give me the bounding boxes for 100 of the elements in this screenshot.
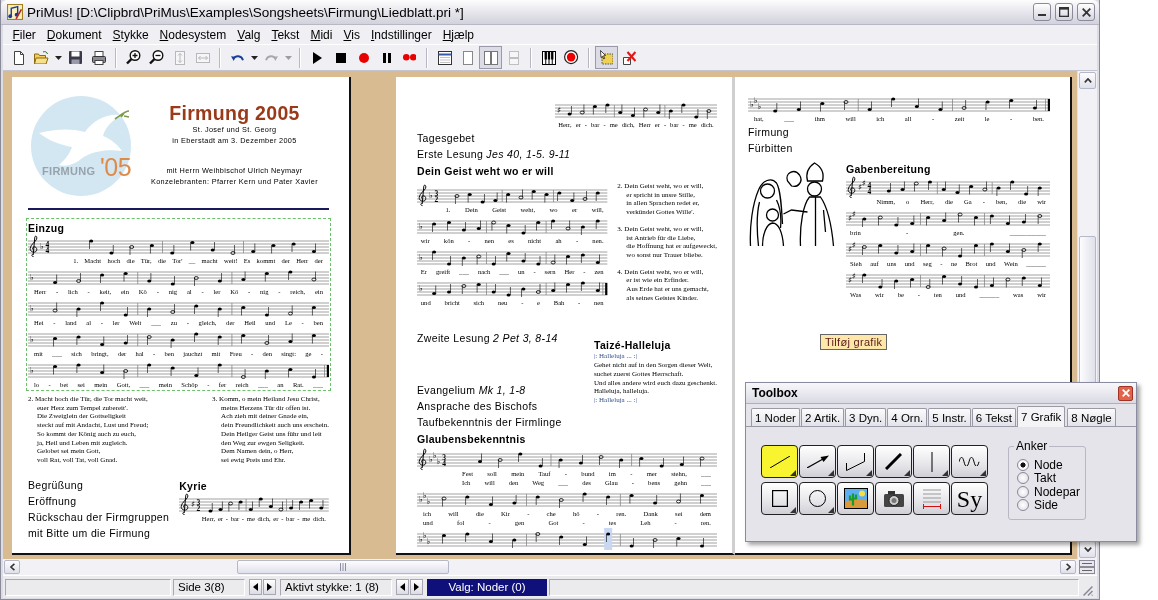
selection-frame[interactable]	[26, 218, 331, 391]
menu-item[interactable]: Vis	[337, 27, 366, 42]
menu-item[interactable]: Nodesystem	[154, 27, 232, 42]
menu-item[interactable]: Hjælp	[437, 27, 480, 42]
tab[interactable]: 8 Nøgle	[1067, 408, 1116, 426]
radio-label[interactable]: Takt	[1034, 471, 1056, 486]
close-icon	[1121, 389, 1130, 397]
key-signature: ♯♯	[858, 177, 866, 192]
menu-item[interactable]: Filer	[7, 27, 42, 42]
tab[interactable]: 1 Noder	[751, 408, 800, 426]
corner-triangle-icon	[980, 470, 986, 476]
caret-icon	[251, 55, 258, 60]
staff-lines-tool[interactable]	[913, 482, 950, 515]
previous-button[interactable]	[249, 579, 262, 595]
corner-triangle-icon	[904, 470, 910, 476]
logo-year: '05	[100, 153, 132, 182]
add-graphic-button[interactable]: Tilføj grafik	[820, 334, 888, 350]
document-title: Firmung 2005	[168, 102, 301, 124]
corner-triangle-icon	[790, 507, 796, 513]
key-signature: ♭	[419, 221, 423, 231]
scroll-up-button[interactable]	[1079, 72, 1096, 89]
angled-line-tool[interactable]	[837, 445, 874, 478]
program-item: Rückschau der Firmgruppen mit Bitte um die Firmung	[28, 509, 170, 541]
target-icon	[564, 50, 579, 65]
tab[interactable]: 3 Dyn.	[845, 408, 887, 426]
program-item: Ansprache des Bischofs	[417, 399, 539, 415]
picture-tool[interactable]	[837, 482, 874, 515]
radio-label[interactable]: Side	[1034, 498, 1059, 513]
selection-cursor-icon	[599, 50, 614, 65]
camera-tool[interactable]	[875, 482, 912, 515]
tab[interactable]: 7 Grafik	[1017, 406, 1066, 427]
program-item: Zweite Lesung 2 Pet 3, 8-14	[417, 331, 559, 347]
radio-label[interactable]: Node	[1034, 457, 1063, 472]
wavy-line-tool[interactable]	[951, 445, 988, 478]
line-icon	[769, 455, 790, 468]
active-piece-indicator: Aktivt stykke: 1 (8)	[280, 578, 392, 596]
program-item: Begrüßung	[28, 477, 85, 493]
tab[interactable]: 6 Tekst	[971, 408, 1017, 426]
line-tool[interactable]	[761, 445, 798, 478]
vertical-line-tool[interactable]	[913, 445, 950, 478]
tab[interactable]: 4 Orn.	[887, 408, 928, 426]
radio-button[interactable]	[1017, 458, 1029, 471]
thick-line-tool[interactable]	[875, 445, 912, 478]
radio-label[interactable]: Nodepar	[1034, 484, 1081, 499]
key-signature: ♭♭♭	[419, 529, 431, 546]
scroll-right-button[interactable]	[1060, 560, 1076, 574]
vertical-line-icon	[930, 451, 933, 472]
circle-tool[interactable]	[799, 482, 836, 515]
close-button[interactable]	[1118, 385, 1133, 401]
key-signature: ♭	[40, 241, 44, 251]
key-signature: ♭	[419, 283, 423, 293]
song-title: Einzug	[28, 221, 66, 235]
key-signature: ♯♯	[848, 208, 856, 223]
symbol-tool[interactable]: Sy	[951, 482, 988, 515]
menu-item[interactable]: Tekst	[265, 27, 305, 42]
next-button[interactable]	[410, 579, 423, 595]
corner-triangle-icon	[942, 470, 948, 476]
scrollbar-thumb[interactable]	[237, 560, 449, 574]
program-item: Evangelium Mk 1, 1-8	[417, 383, 527, 399]
tab[interactable]: 2 Artik.	[800, 408, 845, 426]
right-arrow-icon	[267, 583, 272, 591]
radio-button[interactable]	[1017, 485, 1029, 498]
resize-grip-icon[interactable]	[1083, 586, 1093, 596]
minimize-button[interactable]	[1033, 3, 1051, 21]
song-title: Glaubensbekenntnis	[417, 432, 527, 447]
toolbox-title: Toolbox	[752, 386, 799, 400]
key-signature: ♭	[30, 272, 34, 282]
printer-icon	[91, 50, 106, 65]
key-signature: ♭	[30, 303, 34, 313]
menu-item[interactable]: Midi	[304, 27, 338, 42]
program-item: Firmung	[748, 125, 790, 140]
select-button[interactable]	[595, 46, 618, 69]
next-button[interactable]	[263, 579, 276, 595]
song-title: Taizé-Halleluja	[593, 338, 672, 353]
radio-button[interactable]	[1017, 472, 1029, 485]
key-signature: ♭♭♭	[419, 489, 431, 506]
scroll-left-button[interactable]	[4, 560, 20, 574]
arrow-tool[interactable]	[799, 445, 836, 478]
rectangle-tool[interactable]	[761, 482, 798, 515]
menu-item[interactable]: Valg	[231, 27, 266, 42]
previous-button[interactable]	[396, 579, 409, 595]
right-arrow-icon	[414, 583, 419, 591]
app-icon	[7, 4, 23, 20]
program-item: Erste Lesung Jes 40, 1-5. 9-11	[417, 147, 572, 162]
splitter-icon[interactable]	[1079, 560, 1095, 574]
minimize-icon	[1038, 14, 1046, 16]
menu-item[interactable]: Stykke	[107, 27, 155, 42]
radio-button[interactable]	[1017, 499, 1029, 512]
menu-item[interactable]: Indstillinger	[365, 27, 438, 42]
two-pages-button[interactable]	[479, 46, 502, 69]
menu-item[interactable]: Dokument	[41, 27, 108, 42]
cross-icon	[622, 50, 637, 65]
tab[interactable]: 5 Instr.	[928, 408, 971, 426]
page-icon	[462, 50, 473, 65]
horizontal-scrollbar[interactable]	[3, 559, 1077, 575]
logo-word: FIRMUNG	[42, 165, 96, 177]
key-signature: ♯	[557, 105, 562, 115]
circle-icon	[809, 490, 826, 507]
close-button[interactable]	[1077, 3, 1095, 21]
maximize-button[interactable]	[1055, 3, 1073, 21]
